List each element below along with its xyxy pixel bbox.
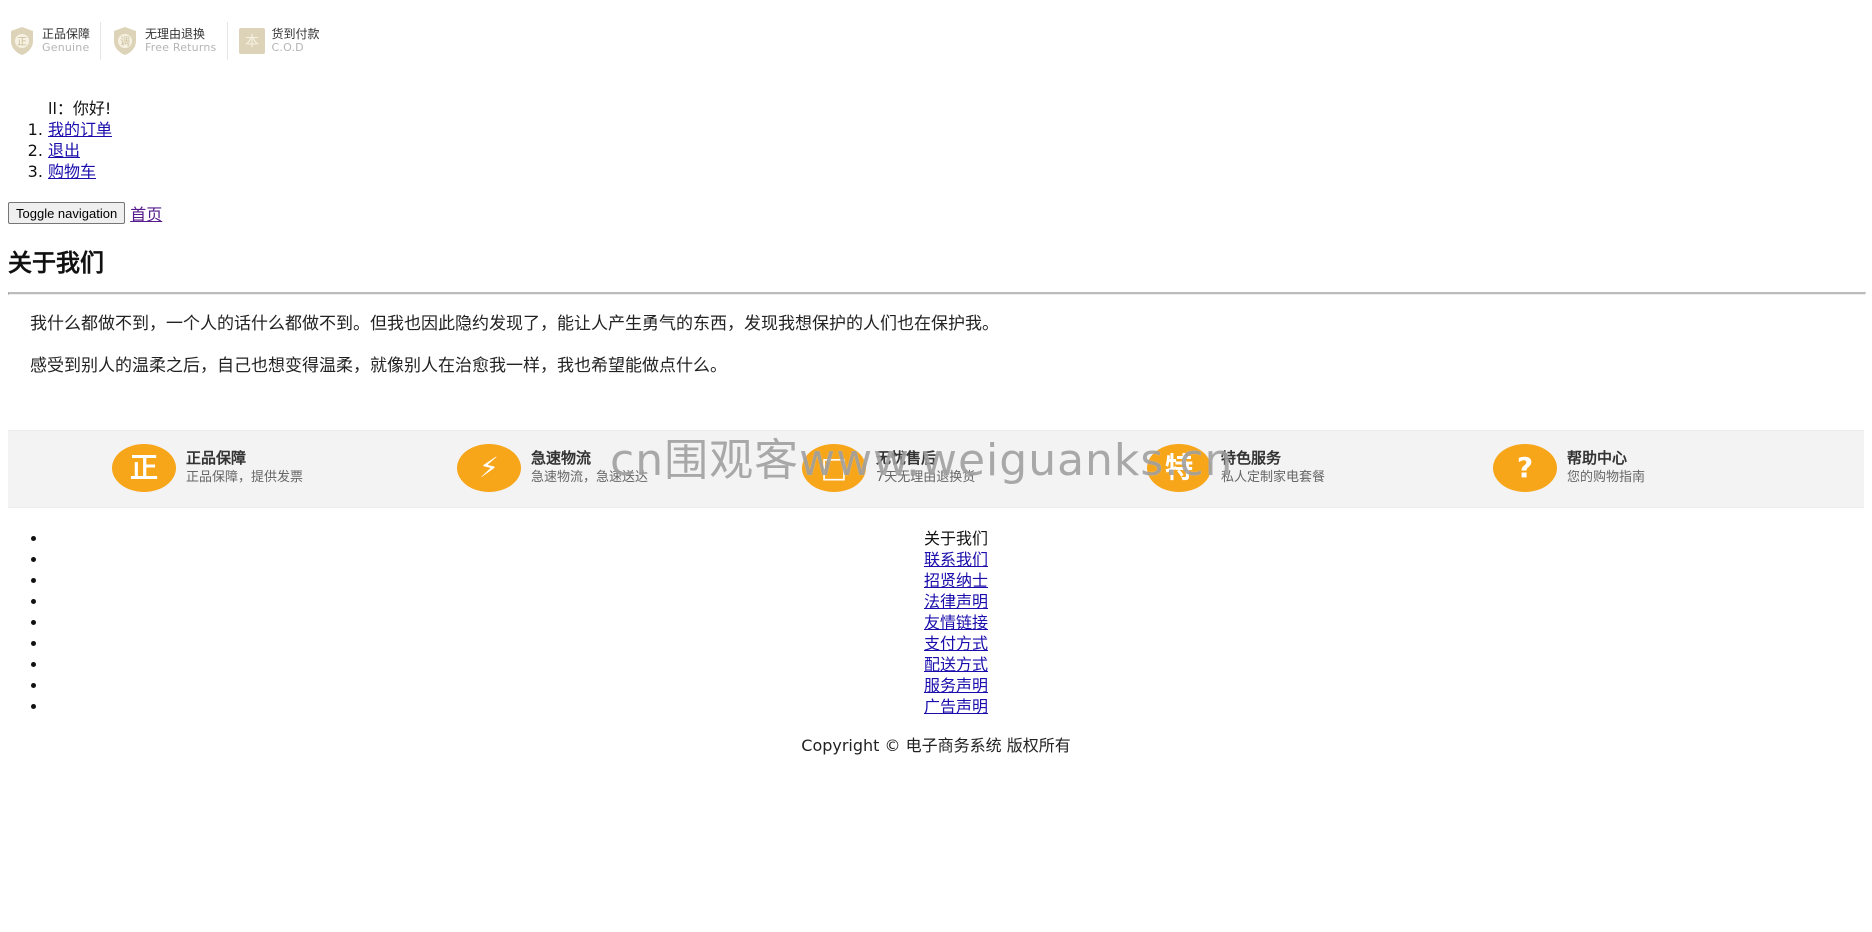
- service-special: 特 特色服务 私人定制家电套餐: [1147, 443, 1325, 493]
- footer-legal-link[interactable]: 法律声明: [924, 592, 988, 611]
- toggle-navigation-button[interactable]: Toggle navigation: [8, 202, 126, 224]
- footer-ads-link[interactable]: 广告声明: [924, 697, 988, 716]
- genuine-icon: 正: [112, 444, 176, 492]
- service-text: 急速物流 急速物流，急速送达: [531, 448, 648, 488]
- about-paragraph: 感受到别人的温柔之后，自己也想变得温柔，就像别人在治愈我一样，我也希望能做点什么…: [30, 356, 727, 376]
- service-text: 正品保障 正品保障，提供发票: [186, 448, 303, 488]
- footer-link-item: 法律声明: [48, 591, 1864, 612]
- service-title: 帮助中心: [1567, 449, 1628, 467]
- footer-link-item: 配送方式: [48, 654, 1864, 675]
- aftersale-icon: □: [802, 444, 866, 492]
- footer-links-list: 关于我们 联系我们 招贤纳士 法律声明 友情链接 支付方式 配送方式 服务声明 …: [8, 528, 1864, 717]
- footer-delivery-link[interactable]: 配送方式: [924, 655, 988, 674]
- about-content: 我什么都做不到，一个人的话什么都做不到。但我也因此隐约发现了，能让人产生勇气的东…: [30, 312, 999, 396]
- service-text: 特色服务 私人定制家电套餐: [1221, 448, 1325, 488]
- special-service-icon: 特: [1147, 444, 1211, 492]
- svg-text:本: 本: [245, 34, 259, 50]
- service-strip: 正 正品保障 正品保障，提供发票 ⚡ 急速物流 急速物流，急速送达 □ 无忧售后…: [8, 430, 1864, 508]
- guarantee-text: 货到付款 C.O.D: [271, 27, 320, 55]
- page-title: 关于我们: [8, 249, 104, 277]
- about-paragraph: 我什么都做不到，一个人的话什么都做不到。但我也因此隐约发现了，能让人产生勇气的东…: [30, 314, 999, 334]
- title-divider: [8, 292, 1866, 295]
- footer-link-item: 关于我们: [48, 528, 1864, 549]
- guarantee-subtitle: C.O.D: [271, 41, 304, 54]
- shield-icon: 正: [8, 26, 36, 56]
- footer-friends-link[interactable]: 友情链接: [924, 613, 988, 632]
- user-links-list: 我的订单 退出 购物车: [8, 119, 408, 182]
- guarantee-title: 货到付款: [271, 27, 320, 41]
- shield-icon: 调: [111, 26, 139, 56]
- help-icon: ?: [1493, 444, 1557, 492]
- my-orders-link[interactable]: 我的订单: [48, 120, 112, 139]
- service-subtitle: 私人定制家电套餐: [1221, 470, 1326, 485]
- footer-link-item: 广告声明: [48, 696, 1864, 717]
- service-help: ? 帮助中心 您的购物指南: [1493, 443, 1645, 493]
- service-text: 无忧售后 7天无理由退换货: [876, 448, 975, 488]
- navbar: Toggle navigation 首页: [8, 201, 162, 225]
- service-subtitle: 您的购物指南: [1567, 470, 1646, 485]
- logistics-icon: ⚡: [457, 444, 521, 492]
- user-link-item: 我的订单: [48, 119, 408, 140]
- user-greeting: ll：你好!: [48, 99, 112, 118]
- footer-link-item: 服务声明: [48, 675, 1864, 696]
- footer-link-item: 支付方式: [48, 633, 1864, 654]
- guarantee-cod: 本 货到付款 C.O.D: [238, 22, 330, 60]
- user-link-item: 退出: [48, 140, 408, 161]
- user-link-item: 购物车: [48, 161, 408, 182]
- cart-link[interactable]: 购物车: [48, 162, 96, 181]
- footer-about: 关于我们: [923, 529, 988, 548]
- guarantee-title: 无理由退换: [145, 27, 206, 41]
- guarantee-bar: 正 正品保障 Genuine 调 无理由退换 Free Returns 本 货到…: [8, 22, 340, 60]
- footer-link-item: 招贤纳士: [48, 570, 1864, 591]
- service-subtitle: 正品保障，提供发票: [186, 470, 304, 485]
- footer-link-item: 联系我们: [48, 549, 1864, 570]
- service-title: 无忧售后: [876, 449, 937, 467]
- footer-contact-link[interactable]: 联系我们: [924, 550, 988, 569]
- copyright: Copyright © 电子商务系统 版权所有: [801, 736, 1071, 755]
- logout-link[interactable]: 退出: [48, 141, 80, 160]
- guarantee-genuine: 正 正品保障 Genuine: [8, 22, 102, 60]
- home-link[interactable]: 首页: [130, 201, 162, 225]
- footer-link-item: 友情链接: [48, 612, 1864, 633]
- user-menu: ll：你好! 我的订单 退出 购物车: [8, 98, 408, 182]
- service-genuine: 正 正品保障 正品保障，提供发票: [112, 443, 303, 493]
- service-subtitle: 7天无理由退换货: [876, 470, 976, 485]
- cod-icon: 本: [238, 26, 266, 56]
- guarantee-title: 正品保障: [42, 27, 91, 41]
- service-title: 特色服务: [1221, 449, 1282, 467]
- svg-text:调: 调: [120, 36, 130, 48]
- footer-payment-link[interactable]: 支付方式: [924, 634, 988, 653]
- service-subtitle: 急速物流，急速送达: [531, 470, 649, 485]
- guarantee-free-returns: 调 无理由退换 Free Returns: [111, 22, 228, 60]
- svg-text:正: 正: [17, 37, 27, 48]
- guarantee-subtitle: Free Returns: [145, 41, 217, 54]
- service-title: 急速物流: [531, 449, 592, 467]
- page: 正 正品保障 Genuine 调 无理由退换 Free Returns 本 货到…: [0, 0, 1872, 932]
- guarantee-text: 正品保障 Genuine: [42, 27, 91, 55]
- service-aftersale: □ 无忧售后 7天无理由退换货: [802, 443, 975, 493]
- footer-service-link[interactable]: 服务声明: [924, 676, 988, 695]
- guarantee-text: 无理由退换 Free Returns: [145, 27, 217, 55]
- service-logistics: ⚡ 急速物流 急速物流，急速送达: [457, 443, 648, 493]
- guarantee-subtitle: Genuine: [42, 41, 90, 54]
- service-text: 帮助中心 您的购物指南: [1567, 448, 1645, 488]
- service-title: 正品保障: [186, 449, 247, 467]
- footer-careers-link[interactable]: 招贤纳士: [924, 571, 988, 590]
